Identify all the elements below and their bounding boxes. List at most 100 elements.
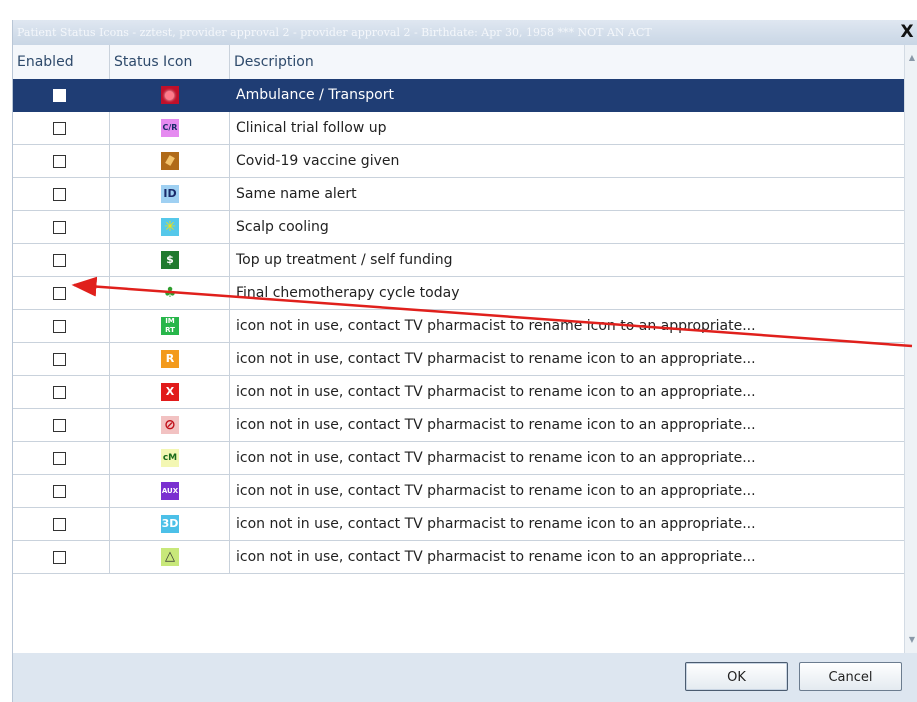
enabled-cell	[13, 376, 110, 408]
enabled-cell	[13, 541, 110, 573]
table-row[interactable]: △ icon not in use, contact TV pharmacist …	[13, 541, 904, 574]
table-row[interactable]: ⊘ icon not in use, contact TV pharmacist …	[13, 409, 904, 442]
enabled-checkbox[interactable]	[53, 287, 66, 300]
enabled-checkbox[interactable]	[53, 353, 66, 366]
enabled-checkbox[interactable]	[53, 320, 66, 333]
status-icon-cell: ID	[110, 178, 230, 210]
description-cell: Top up treatment / self funding	[230, 244, 904, 276]
description-text: icon not in use, contact TV pharmacist t…	[236, 417, 756, 433]
warning-triangle-icon: △	[161, 548, 179, 566]
enabled-checkbox[interactable]	[53, 386, 66, 399]
status-icon-cell: 3D	[110, 508, 230, 540]
status-icon-cell: ♣	[110, 277, 230, 309]
enabled-cell	[13, 112, 110, 144]
enabled-cell	[13, 508, 110, 540]
description-cell: icon not in use, contact TV pharmacist t…	[230, 508, 904, 540]
enabled-checkbox[interactable]	[53, 221, 66, 234]
grid-header: Enabled Status Icon Description	[13, 45, 904, 80]
enabled-cell	[13, 409, 110, 441]
title-bar[interactable]: Patient Status Icons - zztest, provider …	[13, 20, 917, 46]
description-cell: Clinical trial follow up	[230, 112, 904, 144]
table-row[interactable]: 3D icon not in use, contact TV pharmacist…	[13, 508, 904, 541]
status-icon-cell: AUX	[110, 475, 230, 507]
cancel-button[interactable]: Cancel	[799, 662, 902, 691]
clinical-trial-icon: C/R	[161, 119, 179, 137]
table-row[interactable]: ID Same name alert	[13, 178, 904, 211]
description-text: Same name alert	[236, 186, 357, 202]
enabled-checkbox[interactable]	[53, 188, 66, 201]
id-alert-icon: ID	[161, 185, 179, 203]
enabled-checkbox[interactable]	[53, 518, 66, 531]
status-icon-cell: ✳	[110, 211, 230, 243]
table-row[interactable]: Ricon not in use, contact TV pharmacist …	[13, 343, 904, 376]
description-text: icon not in use, contact TV pharmacist t…	[236, 450, 756, 466]
description-text: Covid-19 vaccine given	[236, 153, 400, 169]
table-row[interactable]: IM RT icon not in use, contact TV pharmac…	[13, 310, 904, 343]
enabled-cell	[13, 145, 110, 177]
description-cell: Ambulance / Transport	[230, 79, 904, 111]
column-header-status-icon[interactable]: Status Icon	[110, 45, 230, 79]
description-cell: Same name alert	[230, 178, 904, 210]
enabled-checkbox[interactable]	[53, 254, 66, 267]
aux-icon: AUX	[161, 482, 179, 500]
tree-icon: ♣	[161, 284, 179, 302]
status-icon-cell	[110, 79, 230, 111]
enabled-checkbox[interactable]	[53, 485, 66, 498]
status-icon-grid: Enabled Status Icon Description Ambulanc…	[13, 45, 904, 653]
description-text: Scalp cooling	[236, 219, 329, 235]
enabled-checkbox[interactable]	[53, 551, 66, 564]
description-cell: icon not in use, contact TV pharmacist t…	[230, 343, 904, 375]
status-icon-cell: △	[110, 541, 230, 573]
status-icon-cell: cM	[110, 442, 230, 474]
enabled-cell	[13, 211, 110, 243]
table-row[interactable]: ♣ Final chemotherapy cycle today	[13, 277, 904, 310]
self-funding-icon: $	[161, 251, 179, 269]
description-text: icon not in use, contact TV pharmacist t…	[236, 351, 756, 367]
enabled-cell	[13, 244, 110, 276]
description-text: icon not in use, contact TV pharmacist t…	[236, 483, 756, 499]
table-row[interactable]: C/R Clinical trial follow up	[13, 112, 904, 145]
description-text: Ambulance / Transport	[236, 87, 394, 103]
description-text: Final chemotherapy cycle today	[236, 285, 460, 301]
close-button[interactable]: X	[897, 23, 917, 42]
key-shape-icon	[165, 155, 175, 166]
table-row[interactable]: cM icon not in use, contact TV pharmacist…	[13, 442, 904, 475]
enabled-checkbox[interactable]	[53, 452, 66, 465]
column-header-description[interactable]: Description	[230, 45, 904, 79]
ok-button[interactable]: OK	[685, 662, 788, 691]
enabled-checkbox[interactable]	[53, 155, 66, 168]
scroll-down-arrow-icon[interactable]: ▼	[907, 635, 917, 645]
status-icon-cell: $	[110, 244, 230, 276]
table-row[interactable]: ✳ Scalp cooling	[13, 211, 904, 244]
description-text: Clinical trial follow up	[236, 120, 387, 136]
table-row[interactable]: AUX icon not in use, contact TV pharmacis…	[13, 475, 904, 508]
table-row[interactable]: Covid-19 vaccine given	[13, 145, 904, 178]
scroll-up-arrow-icon[interactable]: ▲	[907, 53, 917, 63]
enabled-checkbox[interactable]	[53, 122, 66, 135]
ambulance-light-icon	[165, 91, 174, 100]
description-text: icon not in use, contact TV pharmacist t…	[236, 516, 756, 532]
table-row[interactable]: Ambulance / Transport	[13, 79, 904, 112]
enabled-checkbox[interactable]	[53, 89, 66, 102]
enabled-cell	[13, 178, 110, 210]
column-header-enabled[interactable]: Enabled	[13, 45, 110, 79]
description-cell: icon not in use, contact TV pharmacist t…	[230, 475, 904, 507]
status-icon-cell: C/R	[110, 112, 230, 144]
description-cell: icon not in use, contact TV pharmacist t…	[230, 409, 904, 441]
no-entry-icon: ⊘	[161, 416, 179, 434]
table-row[interactable]: $ Top up treatment / self funding	[13, 244, 904, 277]
description-cell: icon not in use, contact TV pharmacist t…	[230, 442, 904, 474]
ambulance-icon	[161, 86, 179, 104]
description-cell: icon not in use, contact TV pharmacist t…	[230, 376, 904, 408]
table-row[interactable]: Xicon not in use, contact TV pharmacist …	[13, 376, 904, 409]
status-icon-cell	[110, 145, 230, 177]
description-text: icon not in use, contact TV pharmacist t…	[236, 384, 756, 400]
description-cell: Scalp cooling	[230, 211, 904, 243]
enabled-cell	[13, 79, 110, 111]
patient-status-icons-dialog: Patient Status Icons - zztest, provider …	[12, 20, 917, 702]
x-icon: X	[161, 383, 179, 401]
status-icon-cell: R	[110, 343, 230, 375]
status-icon-cell: X	[110, 376, 230, 408]
vertical-scrollbar[interactable]: ▲ ▼	[904, 45, 917, 653]
enabled-checkbox[interactable]	[53, 419, 66, 432]
